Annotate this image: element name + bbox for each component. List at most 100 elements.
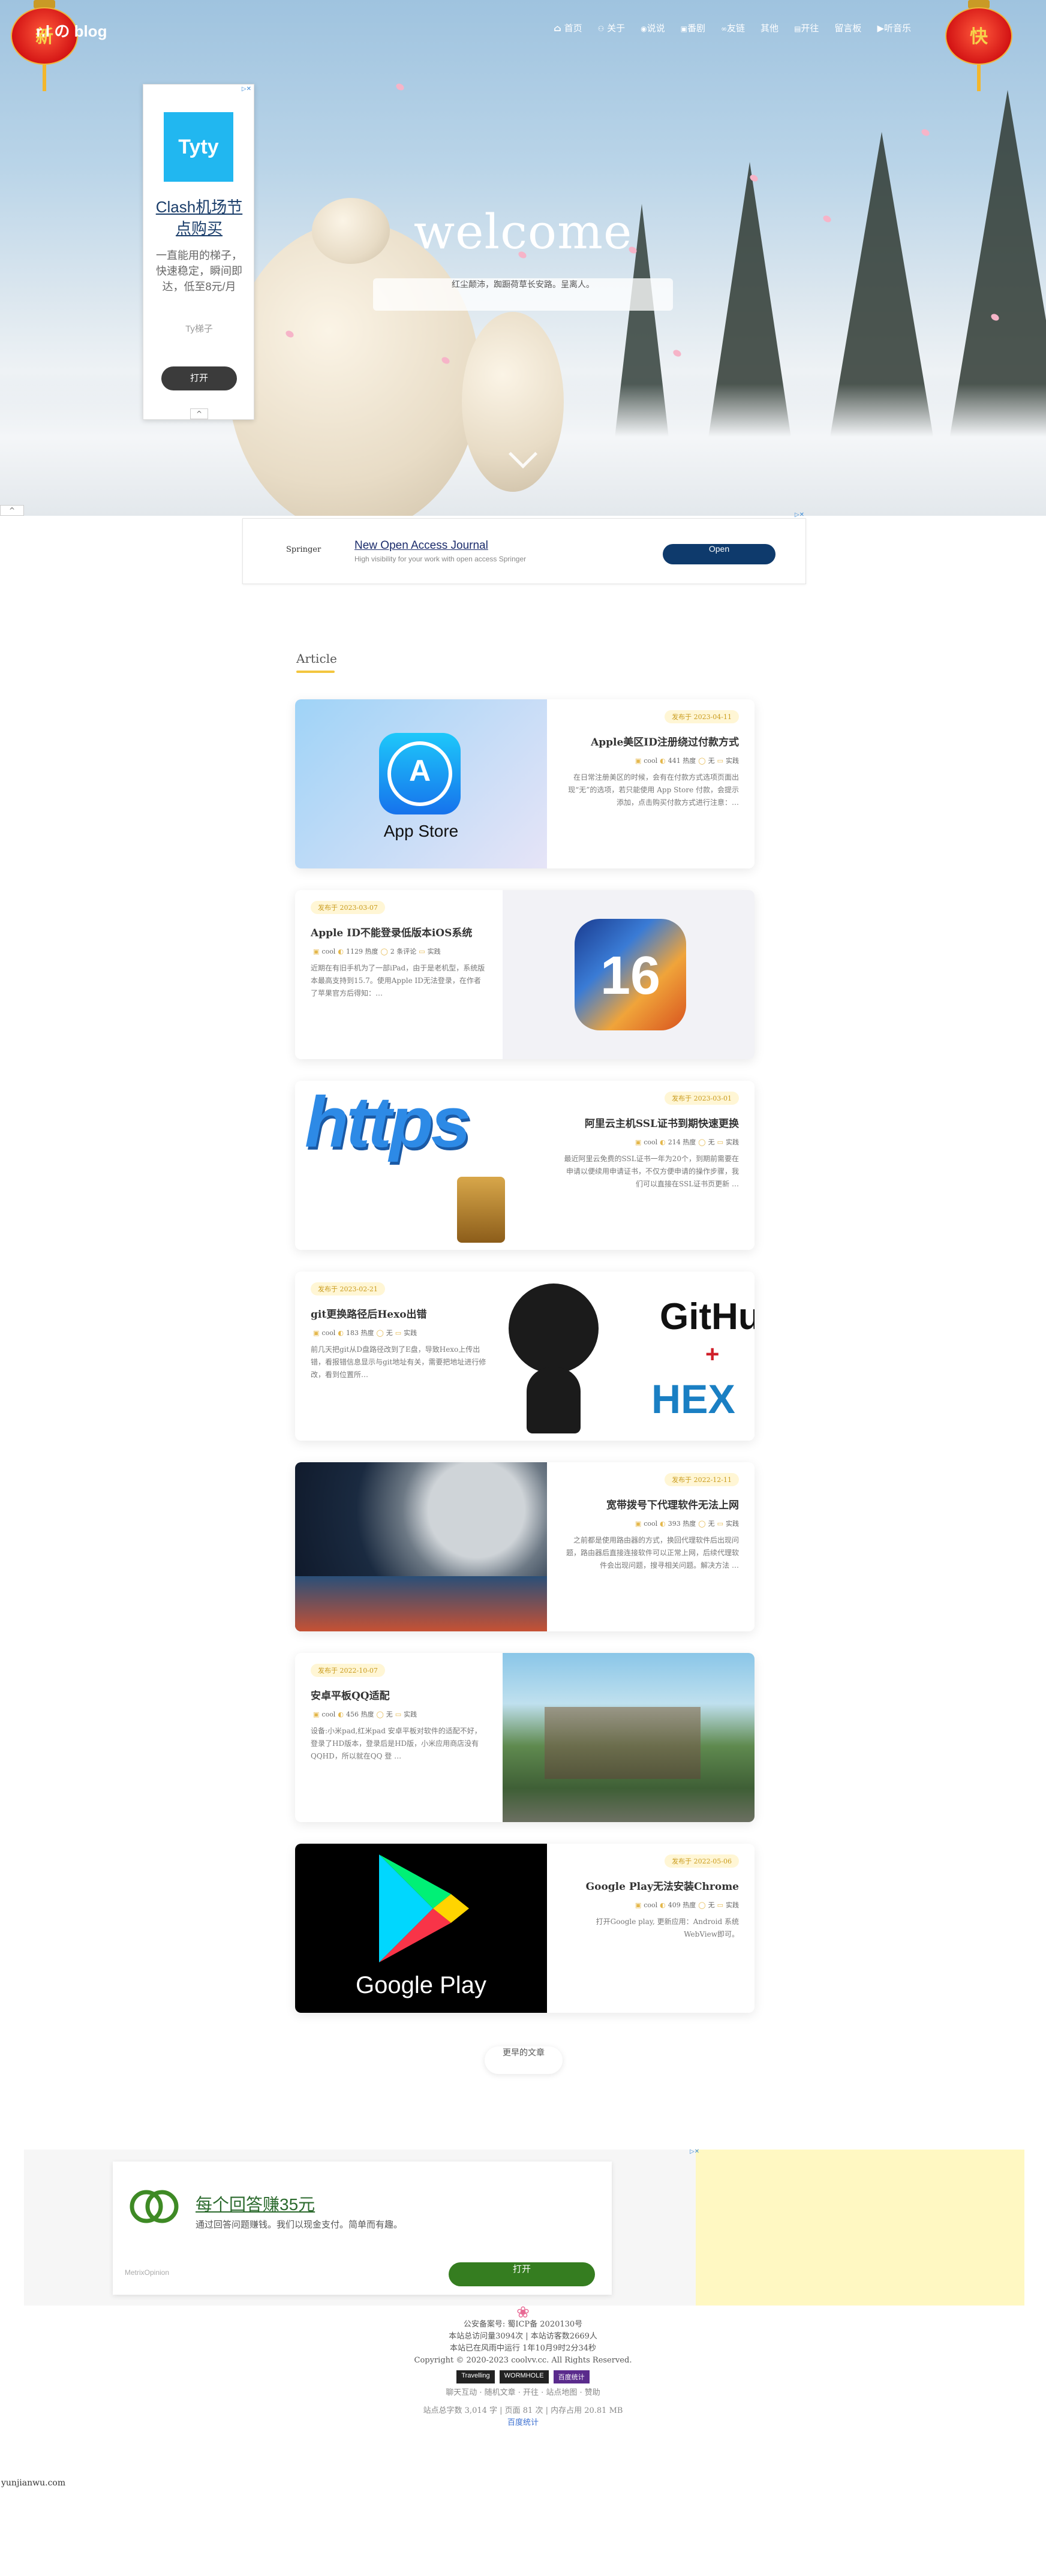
calendar-icon: ▣ — [635, 1138, 642, 1146]
nav-item-talk[interactable]: ◉说说 — [641, 22, 665, 34]
post-title[interactable]: Google Play无法安装Chrome — [563, 1880, 739, 1894]
nav-item-anime[interactable]: ▣番剧 — [681, 22, 705, 34]
lantern-right: 快 — [943, 0, 1015, 96]
post-thumbnail[interactable]: Google Play — [295, 1844, 547, 2013]
post-meta: ▣ cool ◐ 441 热度 ◯ 无 ▭ 实践 — [635, 757, 739, 765]
top-nav: r.l の blog ⌂ 首页 ⚇ 关于 ◉说说 ▣番剧 ∞友链 其他 ▤开往 … — [0, 19, 1046, 43]
ad-title[interactable]: New Open Access Journal — [354, 539, 488, 552]
post-meta: ▣ cool ◐ 456 热度 ◯ 无 ▭ 实践 — [313, 1711, 417, 1718]
post-title[interactable]: git更换路径后Hexo出错 — [311, 1307, 487, 1322]
post-date: 发布于 2023-03-07 — [311, 901, 385, 914]
post-title[interactable]: 安卓平板QQ适配 — [311, 1689, 487, 1703]
lantern-left: 新 — [8, 0, 80, 96]
post-excerpt: 在日常注册美区的时候，会有在付款方式选项页面出现“无”的选项，若只能使用 App… — [568, 773, 739, 807]
post-meta: ▣ cool ◐ 1129 热度 ◯ 2 条评论 ▭ 实践 — [313, 948, 441, 955]
fire-icon: ◐ — [338, 948, 344, 955]
side-ad[interactable]: ▷✕ Tyty Clash机场节点购买 一直能用的梯子，快速稳定，瞬间即达，低至… — [143, 84, 254, 420]
baidu-badge[interactable]: 百度统计 — [553, 2370, 590, 2383]
post-date: 发布于 2023-02-21 — [311, 1282, 385, 1295]
nav-item-about[interactable]: ⚇ 关于 — [598, 22, 626, 34]
octocat-icon — [509, 1284, 599, 1373]
nav-item-other[interactable]: 其他 — [761, 22, 779, 34]
post-thumbnail[interactable]: https — [295, 1081, 547, 1250]
padlock-icon — [457, 1177, 505, 1243]
post-card[interactable]: A App Store 发布于 2023-04-11 Apple美区ID注册绕过… — [295, 699, 755, 868]
post-meta: ▣ cool ◐ 393 热度 ◯ 无 ▭ 实践 — [635, 1520, 739, 1528]
fire-icon: ◐ — [338, 1329, 344, 1337]
footer-icp[interactable]: 公安备案号: 蜀ICP备 2020130号 — [0, 2319, 1046, 2331]
comment-icon: ◯ — [380, 948, 388, 955]
ad-brand: MetrixOpinion — [125, 2268, 170, 2277]
comment-icon: ◯ — [376, 1329, 384, 1337]
ad-close-icon[interactable]: ▷✕ — [795, 512, 804, 518]
post-thumbnail[interactable]: A App Store — [295, 699, 547, 868]
post-date: 发布于 2023-03-01 — [665, 1092, 739, 1105]
post-date: 发布于 2022-12-11 — [665, 1473, 739, 1486]
comment-icon: ◯ — [698, 757, 706, 765]
ad-open-button[interactable]: 打开 — [449, 2262, 595, 2286]
nav-item-home[interactable]: ⌂ 首页 — [554, 22, 582, 34]
footer-uptime: 本站已在风雨中运行 1年10月9时2分34秒 — [449, 2344, 597, 2353]
polar-bear-mother — [228, 222, 480, 516]
post-card[interactable]: Google Play 发布于 2022-05-06 Google Play无法… — [295, 1844, 755, 2013]
folder-icon: ▭ — [717, 1901, 723, 1909]
ad-open-button[interactable]: Open — [663, 544, 776, 564]
collapse-chevron-icon[interactable]: ^ — [0, 505, 24, 516]
ad-close-icon[interactable]: ▷✕ — [242, 86, 251, 92]
comment-icon: ◯ — [698, 1138, 706, 1146]
post-thumbnail[interactable] — [295, 1462, 547, 1631]
post-title[interactable]: Apple美区ID注册绕过付款方式 — [563, 735, 739, 750]
ad-open-button[interactable]: 打开 — [161, 366, 237, 390]
ad-close-icon[interactable]: ▷✕ — [690, 2148, 699, 2155]
comment-icon: ◯ — [698, 1520, 706, 1528]
post-card[interactable]: 发布于 2022-10-07 安卓平板QQ适配 ▣ cool ◐ 456 热度 ◯ 无 ▭ 实… — [295, 1653, 755, 1822]
nav-item-friends[interactable]: ∞友链 — [721, 22, 745, 34]
ad-brand: Springer — [286, 545, 321, 554]
ad-title[interactable]: 每个回答赚35元 — [196, 2192, 315, 2216]
flower-icon: ❀ — [516, 2304, 530, 2322]
user-icon: ⚇ — [597, 25, 605, 33]
post-thumbnail[interactable] — [503, 1653, 755, 1822]
tv-icon: ▣ — [680, 25, 688, 33]
wormhole-badge[interactable]: WORMHOLE — [499, 2370, 549, 2383]
footer-stats: 站点总字数 3,014 字 | 页面 81 次 | 内存占用 20.81 MB — [423, 2406, 623, 2415]
music-icon: ▶ — [877, 23, 884, 34]
older-posts-button[interactable]: 更早的文章 — [485, 2046, 563, 2074]
comment-icon: ◯ — [698, 1901, 706, 1909]
post-card[interactable]: 发布于 2022-12-11 宽带拨号下代理软件无法上网 ▣ cool ◐ 393 热… — [295, 1462, 755, 1631]
fire-icon: ◐ — [660, 757, 666, 765]
travelling-badge[interactable]: Travelling — [456, 2370, 495, 2383]
post-thumbnail[interactable]: 16 — [503, 890, 755, 1059]
post-title[interactable]: 阿里云主机SSL证书到期快速更换 — [563, 1117, 739, 1131]
footer-stats-link[interactable]: 百度统计 — [0, 2417, 1046, 2429]
site-brand[interactable]: r.l の blog — [36, 19, 107, 41]
ad-title[interactable]: Clash机场节点购买 — [149, 196, 249, 239]
ad-collapse-icon[interactable]: ^ — [190, 408, 208, 419]
post-excerpt: 最近阿里云免费的SSL证书一年为20个，到期前需要在申请以便续用申请证书，不仅方… — [564, 1155, 739, 1188]
footer-copyright: Copyright © 2020-2023 coolvv.cc. All Rig… — [414, 2356, 632, 2365]
ios-16-icon: 16 — [575, 919, 686, 1030]
post-excerpt: 设备:小米pad,红米pad 安卓平板对软件的适配不好，登录了HD版本，登录后是… — [311, 1727, 482, 1760]
chat-icon: ◉ — [641, 25, 647, 33]
folder-icon: ▭ — [717, 1520, 723, 1528]
fire-icon: ◐ — [660, 1520, 666, 1528]
footer-links[interactable]: 聊天互动 · 随机文章 · 开往 · 站点地图 · 赞助 — [0, 2387, 1046, 2399]
nav-item-guestbook[interactable]: 留言板 — [834, 22, 861, 34]
post-title[interactable]: 宽带拨号下代理软件无法上网 — [563, 1498, 739, 1513]
nav-item-travel[interactable]: ▤开往 — [794, 22, 819, 34]
ad-description: 通过回答问题赚钱。我们以现金支付。简单而有趣。 — [196, 2220, 403, 2230]
banner-ad[interactable]: ▷✕ Springer New Open Access Journal High… — [242, 512, 806, 584]
ad-box[interactable]: 每个回答赚35元 通过回答问题赚钱。我们以现金支付。简单而有趣。 MetrixO… — [113, 2162, 612, 2295]
train-icon: ▤ — [794, 25, 801, 33]
post-title[interactable]: Apple ID不能登录低版本iOS系统 — [311, 926, 487, 940]
nav-item-music[interactable]: ▶听音乐 — [877, 22, 911, 34]
fire-icon: ◐ — [660, 1901, 666, 1909]
post-card[interactable]: 发布于 2023-03-07 Apple ID不能登录低版本iOS系统 ▣ coo… — [295, 890, 755, 1059]
post-card[interactable]: 发布于 2023-02-21 git更换路径后Hexo出错 ▣ cool ◐ 183 … — [295, 1272, 755, 1441]
post-card[interactable]: https 发布于 2023-03-01 阿里云主机SSL证书到期快速更换 ▣ c… — [295, 1081, 755, 1250]
bottom-ad[interactable]: ▷✕ 每个回答赚35元 通过回答问题赚钱。我们以现金支付。简单而有趣。 Metr… — [24, 2148, 1024, 2306]
ad-logo[interactable]: Tyty — [164, 112, 233, 182]
post-excerpt: 前几天把git从D盘路径改到了E盘，导致Hexo上传出错，看报错信息显示与git… — [311, 1345, 486, 1379]
folder-icon: ▭ — [717, 757, 723, 765]
post-thumbnail[interactable]: GitHu + HEX — [503, 1272, 755, 1441]
